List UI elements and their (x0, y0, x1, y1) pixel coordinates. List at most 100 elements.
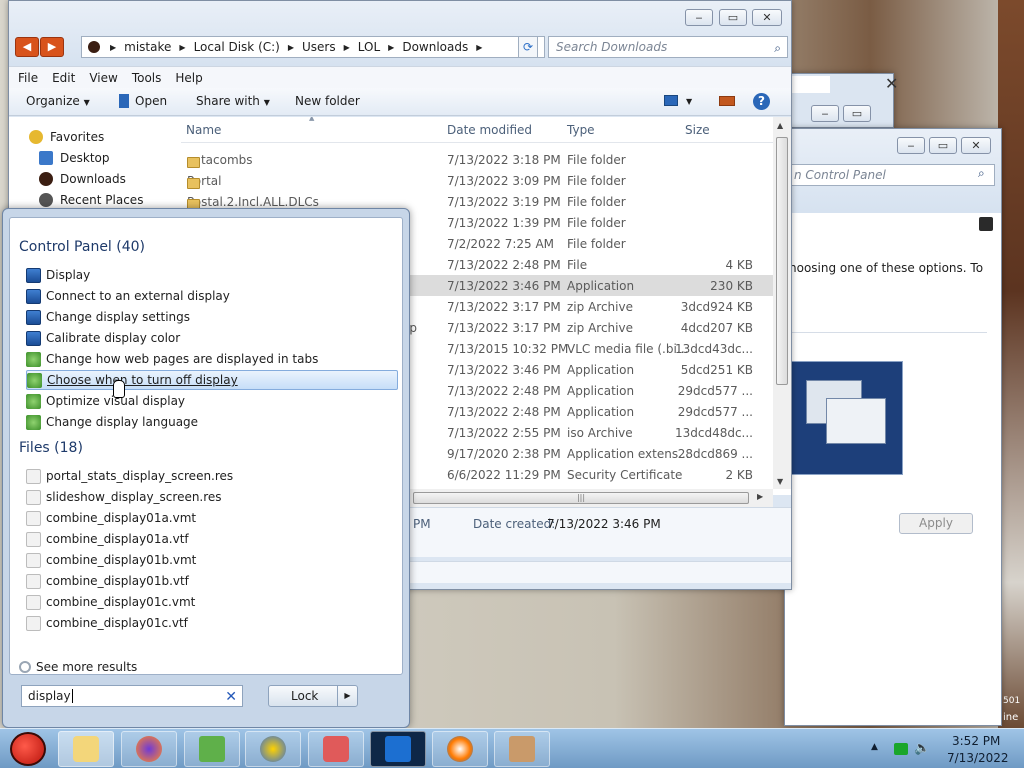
vertical-scroll-thumb[interactable] (776, 137, 788, 385)
clock-time[interactable]: 3:52 PM (952, 734, 1000, 748)
control-panel-results-header[interactable]: Control Panel (40) (19, 239, 145, 255)
scroll-up-icon[interactable]: ▲ (777, 121, 783, 130)
breadcrumb-local-disk[interactable]: Local Disk (C:) (194, 40, 280, 54)
start-button[interactable] (4, 729, 52, 768)
explorer-minimize-button[interactable]: ‒ (685, 9, 713, 26)
nav-desktop-label: Desktop (60, 151, 110, 165)
menu-file[interactable]: File (18, 71, 38, 85)
taskbar-checklist-button[interactable] (184, 731, 240, 767)
cp-result-item[interactable]: Choose when to turn off display (26, 370, 398, 390)
lock-options-arrow-icon[interactable]: ▶ (337, 686, 357, 706)
taskbar-app-button[interactable] (370, 731, 426, 767)
show-hidden-icons-icon[interactable]: ▲ (871, 742, 878, 752)
cp-search-input[interactable]: n Control Panel (791, 164, 995, 186)
scroll-right-icon[interactable]: ▶ (757, 492, 763, 501)
background-window[interactable]: ✕ ‒ ▭ (784, 73, 898, 128)
new-folder-button[interactable]: New folder (295, 94, 360, 108)
vertical-scrollbar[interactable]: ▲ ▼ (773, 117, 791, 489)
file-result-item[interactable]: combine_display01a.vmt (26, 508, 398, 528)
horizontal-scroll-thumb[interactable]: ||| (413, 492, 749, 504)
clock-date[interactable]: 7/13/2022 (947, 751, 1009, 765)
column-size[interactable]: Size (685, 123, 710, 137)
background-window-minimize-button[interactable]: ‒ (811, 105, 839, 122)
nav-desktop[interactable]: Desktop (39, 151, 110, 165)
change-view-icon[interactable] (664, 95, 678, 106)
breadcrumb-mistake[interactable]: mistake (124, 40, 171, 54)
cp-result-item[interactable]: Change display language (26, 412, 398, 432)
column-headers: Name ▲ Date modified Type Size (181, 117, 775, 143)
cp-search-icon[interactable]: ⌕ (978, 166, 985, 181)
file-result-label: combine_display01a.vmt (46, 511, 197, 525)
table-row[interactable]: Portal 7/13/2022 3:09 PM File folder (181, 170, 775, 191)
column-name[interactable]: Name (186, 123, 221, 137)
menu-view[interactable]: View (89, 71, 117, 85)
cp-result-item[interactable]: Display (26, 265, 398, 285)
taskbar-explorer-button[interactable] (58, 731, 114, 767)
view-dropdown-icon[interactable]: ▼ (686, 97, 692, 106)
start-orb-icon (10, 732, 46, 766)
refresh-icon[interactable]: ⟳ (518, 36, 538, 58)
share-with-button[interactable]: Share with ▼ (196, 94, 270, 108)
nav-favorites[interactable]: Favorites (29, 130, 104, 144)
organize-button[interactable]: Organize ▼ (26, 94, 90, 108)
back-button[interactable]: ◀ (15, 37, 39, 57)
forward-button[interactable]: ▶ (40, 37, 64, 57)
column-date-modified[interactable]: Date modified (447, 123, 532, 137)
horizontal-scrollbar[interactable]: ||| ▶ (409, 489, 773, 507)
start-search-input[interactable]: display ✕ (21, 685, 243, 707)
address-bar[interactable]: ▶ mistake ▶ Local Disk (C:) ▶ Users ▶ LO… (81, 36, 545, 58)
cp-help-icon[interactable] (979, 217, 993, 231)
cp-result-item[interactable]: Change how web pages are displayed in ta… (26, 349, 398, 369)
apply-button[interactable]: Apply (899, 513, 973, 534)
file-result-item[interactable]: combine_display01c.vtf (26, 613, 398, 633)
taskbar-paint-button[interactable] (494, 731, 550, 767)
menu-edit[interactable]: Edit (52, 71, 75, 85)
file-result-item[interactable]: portal_stats_display_screen.res (26, 466, 398, 486)
file-result-item[interactable]: combine_display01b.vtf (26, 571, 398, 591)
cp-close-button[interactable]: ✕ (961, 137, 991, 154)
menu-help[interactable]: Help (175, 71, 202, 85)
magnifier-icon (26, 393, 41, 409)
taskbar-firefox-button[interactable] (121, 731, 177, 767)
file-result-item[interactable]: combine_display01a.vtf (26, 529, 398, 549)
taskbar-browser-button[interactable] (432, 731, 488, 767)
preview-pane-icon[interactable] (719, 96, 735, 106)
cp-minimize-button[interactable]: ‒ (897, 137, 925, 154)
file-type: VLC media file (.bi... (567, 342, 689, 356)
breadcrumb-users[interactable]: Users (302, 40, 336, 54)
cp-result-item[interactable]: Calibrate display color (26, 328, 398, 348)
cp-result-item[interactable]: Change display settings (26, 307, 398, 327)
nav-downloads[interactable]: Downloads (39, 172, 126, 186)
open-button[interactable]: Open (119, 94, 167, 108)
background-window-close-icon[interactable]: ✕ (885, 74, 898, 93)
breadcrumb-downloads[interactable]: Downloads (402, 40, 468, 54)
files-results-header[interactable]: Files (18) (19, 440, 83, 456)
search-icon[interactable]: ⌕ (774, 38, 781, 58)
cp-result-item[interactable]: Optimize visual display (26, 391, 398, 411)
explorer-close-button[interactable]: ✕ (752, 9, 782, 26)
file-result-item[interactable]: slideshow_display_screen.res (26, 487, 398, 507)
scroll-down-icon[interactable]: ▼ (777, 477, 783, 486)
lock-button[interactable]: Lock ▶ (268, 685, 358, 707)
search-downloads-input[interactable]: Search Downloads ⌕ (548, 36, 788, 58)
cp-result-item[interactable]: Connect to an external display (26, 286, 398, 306)
network-icon[interactable] (894, 743, 908, 755)
nav-recent-places[interactable]: Recent Places (39, 193, 143, 207)
control-panel-window[interactable]: ‒ ▭ ✕ n Control Panel ⌕ noosing one of t… (784, 128, 1002, 726)
see-more-results-link[interactable]: See more results (19, 660, 137, 674)
file-result-item[interactable]: combine_display01b.vmt (26, 550, 398, 570)
taskbar-snipping-button[interactable] (308, 731, 364, 767)
column-type[interactable]: Type (567, 123, 595, 137)
cp-maximize-button[interactable]: ▭ (929, 137, 957, 154)
file-size: 5dcd251 KB (680, 363, 753, 377)
table-row[interactable]: catacombs 7/13/2022 3:18 PM File folder (181, 149, 775, 170)
explorer-maximize-button[interactable]: ▭ (719, 9, 747, 26)
clear-search-icon[interactable]: ✕ (225, 687, 237, 707)
help-icon[interactable]: ? (753, 93, 770, 110)
background-window-maximize-button[interactable]: ▭ (843, 105, 871, 122)
taskbar-xcross-button[interactable] (245, 731, 301, 767)
menu-tools[interactable]: Tools (132, 71, 162, 85)
file-result-item[interactable]: combine_display01c.vmt (26, 592, 398, 612)
breadcrumb-lol[interactable]: LOL (358, 40, 380, 54)
volume-icon[interactable]: 🔈 (914, 741, 930, 756)
